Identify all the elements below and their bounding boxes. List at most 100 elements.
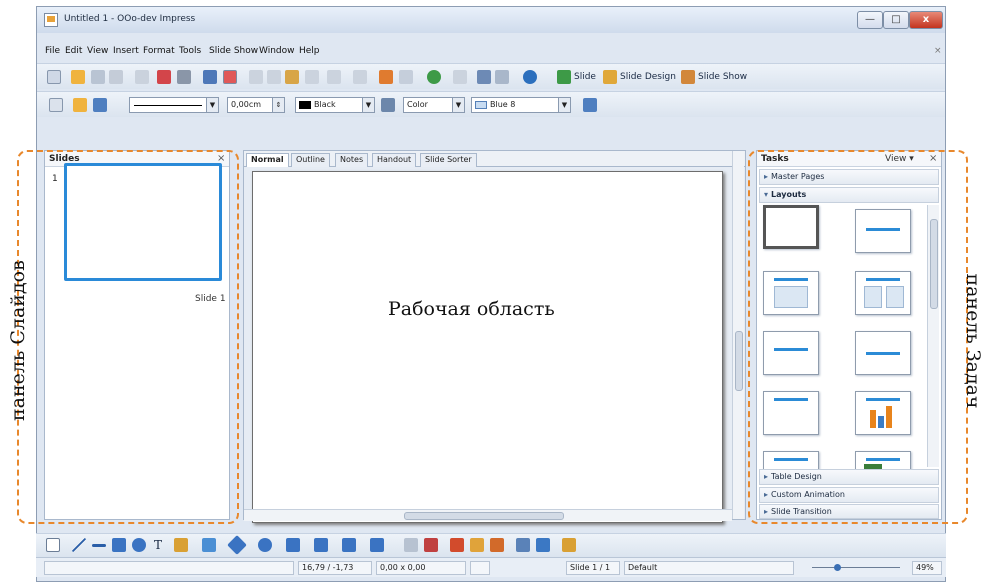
arrow-style-icon[interactable]	[93, 98, 107, 112]
chart-icon[interactable]	[379, 70, 393, 84]
menu-bar: File Edit View Insert Format Tools Slide…	[37, 44, 945, 60]
stars-icon[interactable]	[370, 538, 384, 552]
symbol-shapes-icon[interactable]	[258, 538, 272, 552]
tab-handout[interactable]: Handout	[372, 153, 417, 167]
close-document-icon[interactable]: ×	[934, 46, 942, 56]
ellipse-tool-icon[interactable]	[132, 538, 146, 552]
save-icon[interactable]	[91, 70, 105, 84]
navigator-icon[interactable]	[427, 70, 441, 84]
slide-icon[interactable]	[557, 70, 571, 84]
menu-view[interactable]: View	[87, 46, 108, 56]
tab-notes[interactable]: Notes	[335, 153, 369, 167]
fontwork-icon[interactable]	[450, 538, 464, 552]
area-style-select[interactable]: Color ▼	[403, 97, 465, 113]
horizontal-scrollbar[interactable]	[244, 509, 732, 521]
print-icon[interactable]	[177, 70, 191, 84]
glue-points-icon[interactable]	[424, 538, 438, 552]
line-fill-toolbar: ▼ 0,00cm ⇕ Black ▼ Color ▼ Blue 8 ▼	[37, 91, 945, 117]
tab-slide-sorter[interactable]: Slide Sorter	[420, 153, 477, 167]
menu-window[interactable]: Window	[259, 46, 295, 56]
menu-slide-show[interactable]: Slide Show	[209, 46, 258, 56]
autospellcheck-icon[interactable]	[223, 70, 237, 84]
line-color-value: Black	[314, 100, 336, 109]
slides-panel-annotation-box	[17, 150, 239, 524]
menu-help[interactable]: Help	[299, 46, 320, 56]
grid-icon[interactable]	[453, 70, 467, 84]
scrollbar-thumb[interactable]	[404, 512, 564, 520]
slide-design-icon[interactable]	[603, 70, 617, 84]
menu-file[interactable]: File	[45, 46, 60, 56]
menu-format[interactable]: Format	[143, 46, 175, 56]
color-swatch	[475, 101, 487, 109]
line-tool-icon[interactable]	[72, 538, 86, 552]
slide-show-button[interactable]: Slide Show	[698, 72, 747, 82]
from-file-icon[interactable]	[470, 538, 484, 552]
block-arrows-icon[interactable]	[286, 538, 300, 552]
zoom-level[interactable]: 49%	[912, 561, 942, 575]
slide-show-icon[interactable]	[681, 70, 695, 84]
area-color-select[interactable]: Blue 8 ▼	[471, 97, 571, 113]
spin-icon[interactable]: ⇕	[272, 98, 284, 112]
points-icon[interactable]	[404, 538, 418, 552]
arrange-icon[interactable]	[562, 538, 576, 552]
flowchart-icon[interactable]	[314, 538, 328, 552]
slide-editing-area	[244, 168, 732, 523]
chevron-down-icon: ▼	[206, 98, 218, 112]
rectangle-tool-icon[interactable]	[112, 538, 126, 552]
vertical-scrollbar[interactable]	[732, 151, 744, 519]
help-icon[interactable]	[523, 70, 537, 84]
slide-button[interactable]: Slide	[574, 72, 596, 82]
paste-icon[interactable]	[285, 70, 299, 84]
basic-shapes-icon[interactable]	[227, 535, 247, 555]
scrollbar-thumb[interactable]	[735, 331, 743, 391]
select-arrow-icon[interactable]	[46, 538, 60, 552]
line-icon[interactable]	[73, 98, 87, 112]
gallery-icon[interactable]	[490, 538, 504, 552]
edit-file-icon[interactable]	[135, 70, 149, 84]
line-width-field[interactable]: 0,00cm ⇕	[227, 97, 285, 113]
new-document-icon[interactable]	[47, 70, 61, 84]
clone-formatting-icon[interactable]	[305, 70, 319, 84]
object-size: 0,00 x 0,00	[376, 561, 466, 575]
menu-edit[interactable]: Edit	[65, 46, 82, 56]
tab-normal[interactable]: Normal	[246, 153, 289, 167]
format-icon[interactable]	[49, 98, 63, 112]
export-pdf-icon[interactable]	[157, 70, 171, 84]
menu-insert[interactable]: Insert	[113, 46, 139, 56]
text-tool-icon[interactable]: T	[154, 538, 162, 552]
zoom-slider[interactable]	[804, 561, 908, 575]
zoom-icon[interactable]	[495, 70, 509, 84]
curve-tool-icon[interactable]	[174, 538, 188, 552]
zoom-slider-handle[interactable]	[834, 564, 841, 571]
email-icon[interactable]	[109, 70, 123, 84]
line-color-select[interactable]: Black ▼	[295, 97, 375, 113]
work-area: Normal Outline Notes Handout Slide Sorte…	[243, 150, 746, 523]
spellcheck-icon[interactable]	[203, 70, 217, 84]
cut-icon[interactable]	[249, 70, 263, 84]
open-folder-icon[interactable]	[71, 70, 85, 84]
extrusion-icon[interactable]	[516, 538, 530, 552]
callouts-icon[interactable]	[342, 538, 356, 552]
close-window-button[interactable]: x	[909, 11, 943, 29]
line-arrow-tool-icon[interactable]	[92, 544, 106, 547]
redo-icon[interactable]	[353, 70, 367, 84]
table-icon[interactable]	[399, 70, 413, 84]
slide-design-button[interactable]: Slide Design	[620, 72, 676, 82]
line-style-select[interactable]: ▼	[129, 97, 219, 113]
tasks-panel-annotation-label: панель Задач	[962, 273, 983, 409]
maximize-button[interactable]: □	[883, 11, 909, 29]
menu-tools[interactable]: Tools	[179, 46, 201, 56]
slide-canvas[interactable]	[252, 171, 723, 523]
connector-tool-icon[interactable]	[202, 538, 216, 552]
shadow-icon[interactable]	[583, 98, 597, 112]
area-icon[interactable]	[381, 98, 395, 112]
slide-indicator: Slide 1 / 1	[566, 561, 620, 575]
document-modified	[470, 561, 490, 575]
undo-icon[interactable]	[327, 70, 341, 84]
align-icon[interactable]	[536, 538, 550, 552]
copy-icon[interactable]	[267, 70, 281, 84]
minimize-button[interactable]: —	[857, 11, 883, 29]
draw-functions-icon[interactable]	[477, 70, 491, 84]
chevron-down-icon: ▼	[558, 98, 570, 112]
tab-outline[interactable]: Outline	[291, 153, 330, 167]
